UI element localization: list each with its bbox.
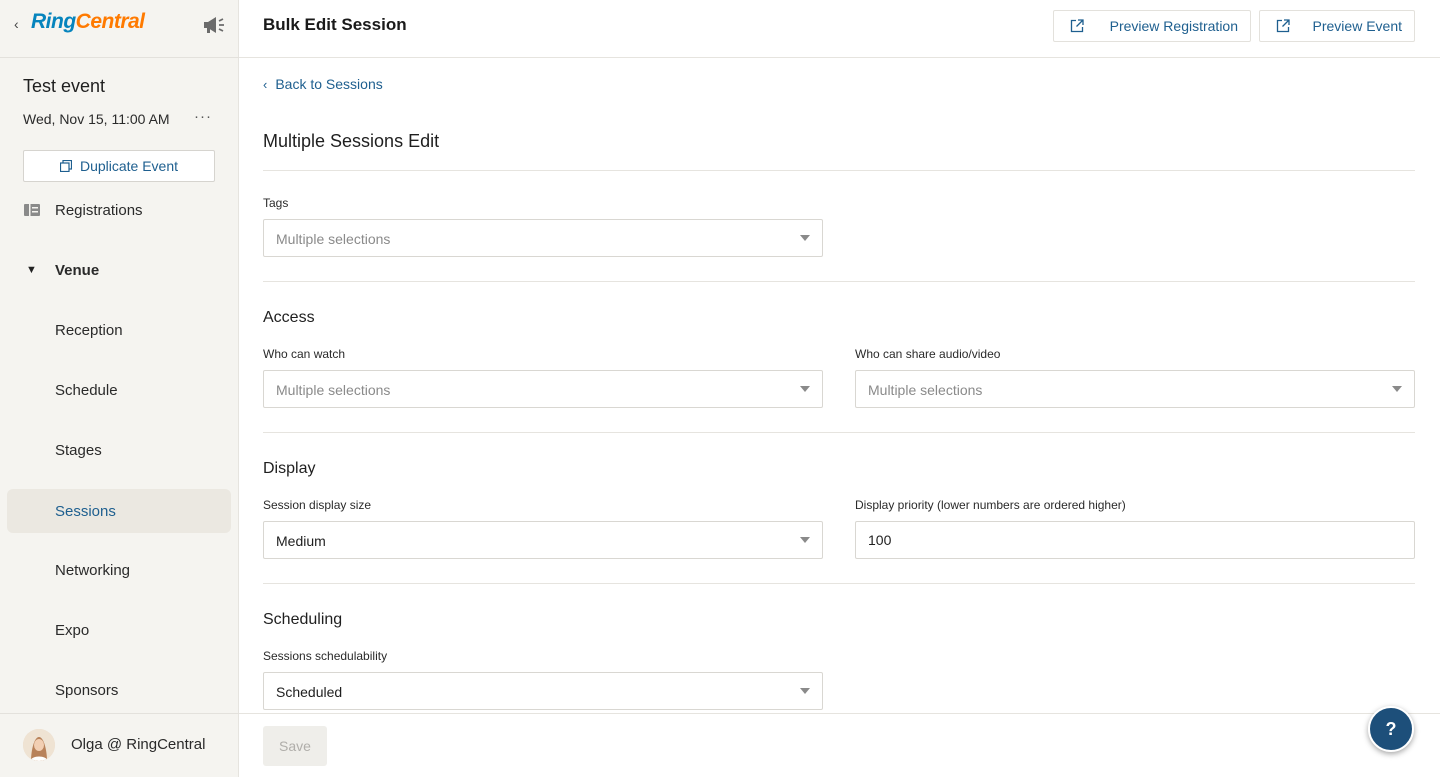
avatar[interactable] (23, 729, 55, 761)
caret-down-icon (800, 386, 810, 392)
back-to-sessions-link[interactable]: ‹ Back to Sessions (263, 76, 383, 92)
sidebar-item-venue[interactable]: ▼ Venue (0, 248, 239, 292)
caret-down-icon: ▼ (26, 264, 37, 276)
scheduling-title: Scheduling (263, 611, 343, 628)
sidebar-item-label: Sessions (55, 502, 116, 520)
who-can-share-value: Multiple selections (868, 382, 983, 398)
who-can-share-label: Who can share audio/video (855, 347, 1001, 361)
divider (263, 583, 1415, 584)
who-can-watch-select[interactable]: Multiple selections (263, 370, 823, 408)
top-header: Bulk Edit Session Preview Registration P… (239, 0, 1440, 58)
sidebar-item-registrations[interactable]: Registrations (0, 188, 239, 232)
duplicate-icon (59, 160, 72, 172)
sidebar-item-label: Sponsors (55, 681, 119, 699)
page-title: Bulk Edit Session (263, 15, 407, 34)
logo-central-text: Central (75, 10, 145, 33)
caret-down-icon (800, 688, 810, 694)
save-button[interactable]: Save (263, 726, 327, 766)
display-size-label: Session display size (263, 498, 372, 512)
who-can-watch-label: Who can watch (263, 347, 346, 361)
duplicate-event-label: Duplicate Event (79, 158, 179, 174)
event-date: Wed, Nov 15, 11:00 AM (23, 111, 170, 127)
preview-registration-button[interactable]: Preview Registration (1053, 10, 1251, 42)
tags-label: Tags (263, 196, 289, 210)
divider (263, 281, 1415, 282)
display-size-select[interactable]: Medium (263, 521, 823, 559)
external-link-icon (1070, 19, 1084, 33)
caret-down-icon (1392, 386, 1402, 392)
sidebar-item-sponsors[interactable]: Sponsors (0, 668, 239, 712)
divider (263, 432, 1415, 433)
preview-event-button[interactable]: Preview Event (1259, 10, 1415, 42)
user-name[interactable]: Olga @ RingCentral (71, 736, 205, 753)
sidebar-item-sessions[interactable]: Sessions (7, 489, 231, 533)
display-size-value: Medium (276, 533, 326, 549)
sidebar-item-label: Networking (55, 561, 131, 579)
sidebar-item-label: Schedule (55, 381, 118, 399)
megaphone-icon[interactable] (202, 14, 226, 36)
sidebar-item-stages[interactable]: Stages (0, 428, 239, 472)
display-priority-input[interactable] (855, 521, 1415, 559)
duplicate-event-button[interactable]: Duplicate Event (23, 150, 215, 182)
who-can-share-select[interactable]: Multiple selections (855, 370, 1415, 408)
sidebar-item-networking[interactable]: Networking (0, 548, 239, 592)
sidebar-item-label: Venue (55, 261, 100, 279)
schedulability-select[interactable]: Scheduled (263, 672, 823, 710)
more-options-icon[interactable]: ··· (194, 108, 212, 125)
sidebar-item-expo[interactable]: Expo (0, 608, 239, 652)
preview-event-label: Preview Event (1312, 18, 1402, 34)
footer-bar: Save (239, 713, 1440, 777)
tags-select[interactable]: Multiple selections (263, 219, 823, 257)
event-name: Test event (23, 76, 106, 96)
chevron-left-icon: ‹ (263, 76, 268, 92)
ringcentral-logo[interactable]: RingCentral (31, 10, 145, 34)
sidebar-item-schedule[interactable]: Schedule (0, 368, 239, 412)
tags-value: Multiple selections (276, 231, 391, 247)
back-to-sessions-label: Back to Sessions (275, 76, 383, 92)
back-chevron-icon[interactable]: ‹ (14, 16, 19, 32)
sidebar-item-label: Reception (55, 321, 123, 339)
caret-down-icon (800, 235, 810, 241)
avatar-image-icon (23, 729, 55, 761)
sidebar-header: ‹ RingCentral (0, 0, 239, 50)
section-title: Multiple Sessions Edit (263, 131, 440, 151)
logo-ring-text: Ring (31, 10, 76, 33)
sidebar-divider (0, 57, 239, 58)
sidebar-item-reception[interactable]: Reception (0, 308, 239, 352)
display-title: Display (263, 460, 316, 477)
display-priority-label: Display priority (lower numbers are orde… (855, 498, 1126, 512)
sidebar-item-label: Expo (55, 621, 90, 639)
sidebar-item-label: Stages (55, 441, 102, 459)
main-content: ‹ Back to Sessions Multiple Sessions Edi… (239, 58, 1440, 777)
access-title: Access (263, 309, 315, 326)
preview-registration-label: Preview Registration (1109, 18, 1238, 34)
schedulability-value: Scheduled (276, 684, 343, 700)
help-button[interactable]: ? (1368, 706, 1414, 752)
sidebar: ‹ RingCentral Test event Wed, Nov 15, 11… (0, 0, 239, 777)
divider (263, 170, 1415, 171)
sidebar-item-label: Registrations (55, 201, 143, 219)
schedulability-label: Sessions schedulability (263, 649, 388, 663)
who-can-watch-value: Multiple selections (276, 382, 391, 398)
external-link-icon (1276, 19, 1290, 33)
sidebar-bottom-divider (0, 713, 239, 714)
registrations-icon (24, 204, 40, 216)
caret-down-icon (800, 537, 810, 543)
